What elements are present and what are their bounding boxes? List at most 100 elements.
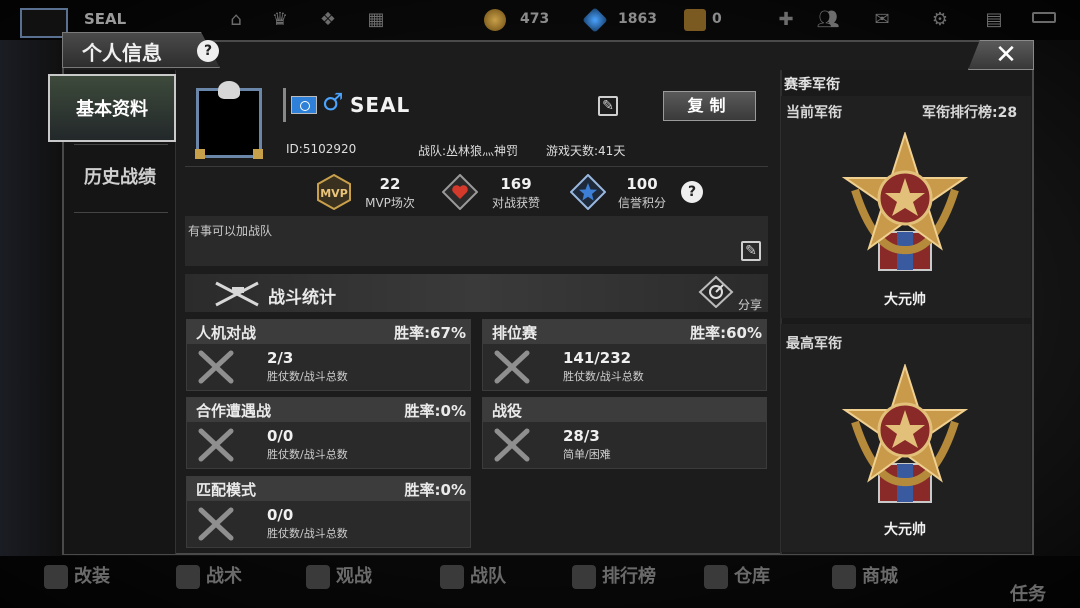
credit-score: 100 xyxy=(626,175,658,193)
bottom-nav-spectate[interactable]: 观战 xyxy=(306,562,372,589)
gear-icon[interactable]: ⚙ xyxy=(928,8,952,32)
edit-name-icon[interactable]: ✎ xyxy=(598,96,618,116)
battle-stats-title: 战斗统计 xyxy=(268,288,336,308)
plus-icon[interactable]: ✚ xyxy=(774,8,798,32)
crown-icon[interactable]: ♛ xyxy=(268,8,292,32)
gold-coin-icon xyxy=(484,9,506,31)
game-screen: SEAL ⌂ ♛ ❖ ▦ 473 1863 0 ✚ 👥︎ ✉ ⚙ ▤ 改装 战术… xyxy=(0,0,1080,608)
home-icon[interactable]: ⌂ xyxy=(224,8,248,32)
grid-icon[interactable]: ▦ xyxy=(364,8,388,32)
share-label[interactable]: 分享 xyxy=(738,296,762,313)
crossed-swords-icon xyxy=(195,504,237,544)
bottom-nav-clan[interactable]: 战队 xyxy=(440,562,506,589)
bottom-nav-label: 仓库 xyxy=(734,566,770,587)
player-name: SEAL xyxy=(350,93,411,117)
rank-leaderboard[interactable]: 军衔排行榜:28 xyxy=(922,102,1017,122)
marshal-medal-icon xyxy=(835,362,975,504)
bottom-nav-label: 改装 xyxy=(74,566,110,587)
bottom-nav-modify[interactable]: 改装 xyxy=(44,562,110,589)
shop-icon xyxy=(832,565,856,589)
gold-amount: 473 xyxy=(520,11,550,27)
bottom-nav-leaderboard[interactable]: 排行榜 xyxy=(572,562,656,589)
bottom-nav-label: 战队 xyxy=(470,566,506,587)
bottom-nav-label: 观战 xyxy=(336,566,372,587)
card-ranked[interactable]: 排位赛 胜率:60% 141/232 胜仗数/战斗总数 xyxy=(482,319,767,391)
current-rank-name: 大元帅 xyxy=(884,292,926,308)
play-days: 游戏天数:41天 xyxy=(546,144,626,158)
motto-box[interactable] xyxy=(185,216,768,266)
nav-divider xyxy=(74,212,168,213)
ticket-amount: 0 xyxy=(712,11,722,27)
card-title: 排位赛 xyxy=(492,324,538,342)
divider xyxy=(185,166,768,167)
season-rank-title: 赛季军衔 xyxy=(784,77,840,93)
edit-motto-icon[interactable]: ✎ xyxy=(741,241,761,261)
bottom-nav-label: 商城 xyxy=(862,566,898,587)
window-title: 个人信息 xyxy=(82,41,162,65)
book-icon[interactable]: ▤ xyxy=(982,8,1006,32)
likes-count: 169 xyxy=(500,175,532,193)
tab-history[interactable]: 历史战绩 xyxy=(64,144,176,212)
card-title: 人机对战 xyxy=(196,324,257,342)
bottom-nav-tactics[interactable]: 战术 xyxy=(176,562,242,589)
card-value: 0/0 xyxy=(267,427,294,445)
card-winrate: 胜率:67% xyxy=(394,324,466,342)
mvp-label: MVP场次 xyxy=(365,196,415,210)
ticket-icon xyxy=(684,9,706,31)
card-value: 28/3 xyxy=(563,427,600,445)
player-id: ID:5102920 xyxy=(286,142,357,156)
clan-name: 战队:丛林狼灬神罚 xyxy=(418,144,519,158)
avatar-corner xyxy=(195,149,205,159)
bottom-nav-warehouse[interactable]: 仓库 xyxy=(704,562,770,589)
friends-icon[interactable]: 👥︎ xyxy=(816,8,840,32)
eagle-crest-icon xyxy=(218,81,240,99)
card-value: 141/232 xyxy=(563,349,632,367)
marshal-medal-icon xyxy=(835,130,975,272)
highest-rank-name: 大元帅 xyxy=(884,522,926,538)
gender-male-icon: ♂ xyxy=(322,88,344,116)
tab-basic-info[interactable]: 基本资料 xyxy=(48,74,176,142)
crossed-swords-icon xyxy=(195,425,237,465)
crossed-swords-icon xyxy=(195,347,237,387)
card-header xyxy=(483,398,766,422)
card-coop[interactable]: 合作遭遇战 胜率:0% 0/0 胜仗数/战斗总数 xyxy=(186,397,471,469)
gift-icon[interactable]: ❖ xyxy=(316,8,340,32)
card-title: 匹配模式 xyxy=(196,481,257,499)
avatar[interactable] xyxy=(195,81,263,159)
left-nav: 基本资料 历史战绩 xyxy=(48,70,176,554)
mvp-count: 22 xyxy=(379,175,401,193)
card-winrate: 胜率:0% xyxy=(404,402,466,420)
crossed-swords-icon xyxy=(491,425,533,465)
star-icon xyxy=(306,565,330,589)
card-value: 2/3 xyxy=(267,349,294,367)
card-match[interactable]: 匹配模式 胜率:0% 0/0 胜仗数/战斗总数 xyxy=(186,476,471,548)
avatar-corner xyxy=(253,149,263,159)
crossed-swords-icon xyxy=(491,347,533,387)
copy-button[interactable]: 复制 xyxy=(663,91,756,121)
diamond-icon xyxy=(582,7,608,33)
player-avatar-thumb[interactable] xyxy=(20,8,68,38)
credit-label: 信誉积分 xyxy=(617,196,666,210)
card-campaign[interactable]: 战役 28/3 简单/困难 xyxy=(482,397,767,469)
mvp-icon: MVP xyxy=(316,173,352,211)
hud-player-name: SEAL xyxy=(84,10,127,28)
bottom-nav-label: 战术 xyxy=(206,566,242,587)
card-winrate: 胜率:60% xyxy=(690,324,762,342)
svg-text:MVP: MVP xyxy=(320,187,348,200)
share-icon[interactable] xyxy=(698,275,734,309)
heart-icon xyxy=(441,173,479,211)
card-sublabel: 胜仗数/战斗总数 xyxy=(267,370,348,383)
card-title: 合作遭遇战 xyxy=(196,402,272,420)
skull-icon xyxy=(176,565,200,589)
card-winrate: 胜率:0% xyxy=(404,481,466,499)
motto-text: 有事可以加战队 xyxy=(188,224,273,238)
bottom-nav-tasks[interactable]: 任务 xyxy=(1010,580,1046,606)
card-sublabel: 胜仗数/战斗总数 xyxy=(563,370,644,383)
window-help-button[interactable]: ? xyxy=(197,40,219,62)
stats-help-button[interactable]: ? xyxy=(681,181,703,203)
highest-rank-label: 最高军衔 xyxy=(786,336,842,352)
mail-icon[interactable]: ✉ xyxy=(870,8,894,32)
bottom-nav-shop[interactable]: 商城 xyxy=(832,562,898,589)
card-title: 战役 xyxy=(492,402,523,420)
card-pve[interactable]: 人机对战 胜率:67% 2/3 胜仗数/战斗总数 xyxy=(186,319,471,391)
